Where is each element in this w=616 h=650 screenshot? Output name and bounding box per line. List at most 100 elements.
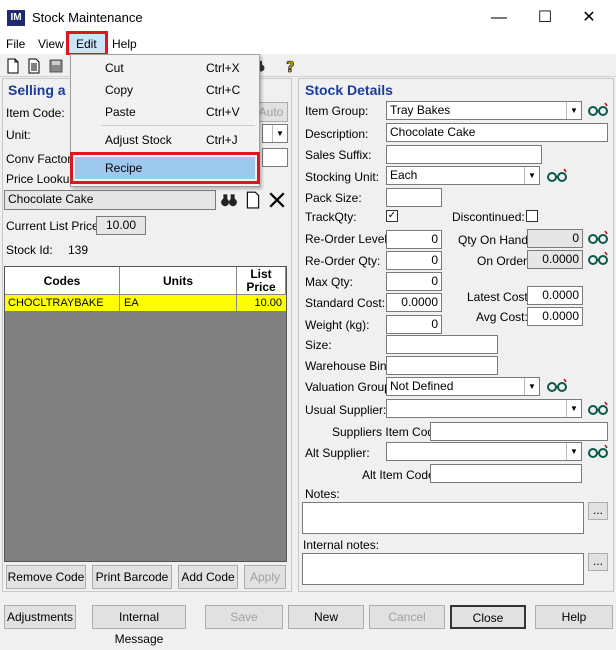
menu-item-paste[interactable]: Paste Ctrl+V [71, 101, 259, 123]
avg-cost-input[interactable]: 0.0000 [527, 307, 583, 326]
codes-grid[interactable]: Codes Units List Price CHOCLTRAYBAKE EA … [4, 266, 287, 562]
size-input[interactable] [386, 335, 498, 354]
close-button[interactable]: Close [450, 605, 526, 629]
new-file-icon[interactable] [5, 58, 21, 74]
reorder-qty-input[interactable]: 0 [386, 251, 442, 270]
chevron-down-icon[interactable]: ▼ [566, 102, 581, 119]
search-description-input[interactable]: Chocolate Cake [4, 190, 216, 210]
add-code-button[interactable]: Add Code [178, 565, 238, 589]
maximize-icon[interactable]: ☐ [530, 6, 560, 30]
save-disk-icon[interactable] [48, 58, 64, 74]
grid-header-codes[interactable]: Codes [5, 267, 120, 295]
help-question-icon[interactable]: ? [282, 58, 298, 74]
minimize-icon[interactable]: — [484, 6, 514, 30]
stock-details-title: Stock Details [305, 82, 393, 98]
chevron-down-icon[interactable]: ▼ [524, 167, 539, 184]
open-document-icon[interactable] [26, 58, 42, 74]
item-group-label: Item Group: [305, 104, 369, 118]
warehouse-bin-input[interactable] [386, 356, 498, 375]
list-price-label: Current List Price: [6, 219, 103, 233]
conv-factor-input[interactable] [262, 148, 288, 167]
weight-label: Weight (kg): [305, 318, 370, 332]
menu-help[interactable]: Help [112, 37, 137, 51]
glasses-lookup-icon[interactable] [587, 228, 609, 247]
grid-cell-unit[interactable]: EA [120, 295, 237, 311]
chevron-down-icon[interactable]: ▼ [272, 125, 287, 142]
valuation-group-label: Valuation Group: [305, 380, 395, 394]
on-order-label: On Order: [477, 254, 531, 268]
menu-file[interactable]: File [6, 37, 25, 51]
usual-supplier-combo[interactable]: ▼ [386, 399, 582, 418]
max-qty-label: Max Qty: [305, 275, 354, 289]
print-barcode-button[interactable]: Print Barcode [92, 565, 172, 589]
menu-item-copy[interactable]: Copy Ctrl+C [71, 79, 259, 101]
binoculars-search-icon[interactable] [220, 191, 238, 209]
description-input[interactable]: Chocolate Cake [386, 123, 608, 142]
max-qty-input[interactable]: 0 [386, 272, 442, 291]
standard-cost-label: Standard Cost: [305, 296, 386, 310]
menu-edit[interactable]: Edit [76, 37, 97, 51]
adjustments-button[interactable]: Adjustments [4, 605, 76, 629]
menu-item-paste-shortcut: Ctrl+V [206, 105, 240, 119]
glasses-lookup-icon[interactable] [587, 249, 609, 268]
cancel-button[interactable]: Cancel [369, 605, 445, 629]
selling-title: Selling a [8, 82, 66, 98]
delete-x-icon[interactable] [268, 191, 286, 209]
chevron-down-icon[interactable]: ▼ [566, 443, 581, 460]
internal-notes-label: Internal notes: [303, 538, 380, 552]
internal-notes-ellipsis-button[interactable]: ... [588, 553, 608, 571]
glasses-lookup-icon[interactable] [587, 399, 609, 418]
alt-item-code-input[interactable] [430, 464, 582, 483]
menu-item-copy-shortcut: Ctrl+C [206, 83, 241, 97]
grid-cell-code[interactable]: CHOCLTRAYBAKE [5, 295, 120, 311]
new-item-icon[interactable] [244, 191, 262, 209]
menu-item-cut[interactable]: Cut Ctrl+X [71, 57, 259, 79]
unit-combo[interactable]: ▼ [262, 124, 288, 143]
weight-input[interactable]: 0 [386, 315, 442, 334]
reorder-level-input[interactable]: 0 [386, 230, 442, 249]
menu-item-adjust-stock-label: Adjust Stock [105, 133, 172, 147]
stock-id-value: 139 [68, 243, 89, 257]
valuation-group-combo[interactable]: Not Defined ▼ [386, 377, 540, 396]
menu-item-adjust-stock[interactable]: Adjust Stock Ctrl+J [71, 129, 259, 151]
alt-supplier-combo[interactable]: ▼ [386, 442, 582, 461]
trackqty-label: TrackQty: [305, 210, 357, 224]
suppliers-item-code-label: Suppliers Item Code: [332, 425, 445, 439]
menu-view[interactable]: View [38, 37, 64, 51]
grid-cell-price[interactable]: 10.00 [237, 295, 286, 311]
internal-message-button[interactable]: Internal Message [92, 605, 186, 646]
latest-cost-input[interactable]: 0.0000 [527, 286, 583, 305]
glasses-lookup-icon[interactable] [546, 376, 568, 395]
size-label: Size: [305, 338, 332, 352]
grid-header-units[interactable]: Units [120, 267, 237, 295]
notes-textarea[interactable] [302, 502, 584, 534]
close-window-icon[interactable]: ✕ [574, 6, 604, 30]
standard-cost-input[interactable]: 0.0000 [386, 293, 442, 312]
chevron-down-icon[interactable]: ▼ [524, 378, 539, 395]
internal-notes-textarea[interactable] [302, 553, 584, 585]
glasses-lookup-icon[interactable] [587, 100, 609, 119]
discontinued-checkbox[interactable] [526, 210, 538, 222]
chevron-down-icon[interactable]: ▼ [566, 400, 581, 417]
suppliers-item-code-input[interactable] [430, 422, 608, 441]
item-group-combo[interactable]: Tray Bakes ▼ [386, 101, 582, 120]
menu-item-copy-label: Copy [105, 83, 134, 97]
save-button[interactable]: Save [205, 605, 283, 629]
window-title: Stock Maintenance [32, 10, 143, 25]
pack-size-input[interactable] [386, 188, 442, 207]
latest-cost-label: Latest Cost: [467, 290, 532, 304]
notes-ellipsis-button[interactable]: ... [588, 502, 608, 520]
help-button[interactable]: Help [535, 605, 613, 629]
apply-button[interactable]: Apply [244, 565, 286, 589]
new-button[interactable]: New [288, 605, 364, 629]
menu-item-cut-shortcut: Ctrl+X [206, 61, 240, 75]
glasses-lookup-icon[interactable] [546, 166, 568, 185]
grid-header-list-price[interactable]: List Price [237, 267, 286, 295]
trackqty-checkbox[interactable]: ✓ [386, 210, 398, 222]
sales-suffix-input[interactable] [386, 145, 542, 164]
glasses-lookup-icon[interactable] [587, 442, 609, 461]
stocking-unit-combo[interactable]: Each ▼ [386, 166, 540, 185]
item-group-value: Tray Bakes [390, 103, 451, 117]
remove-code-button[interactable]: Remove Code [6, 565, 86, 589]
on-order-value: 0.0000 [527, 250, 583, 269]
